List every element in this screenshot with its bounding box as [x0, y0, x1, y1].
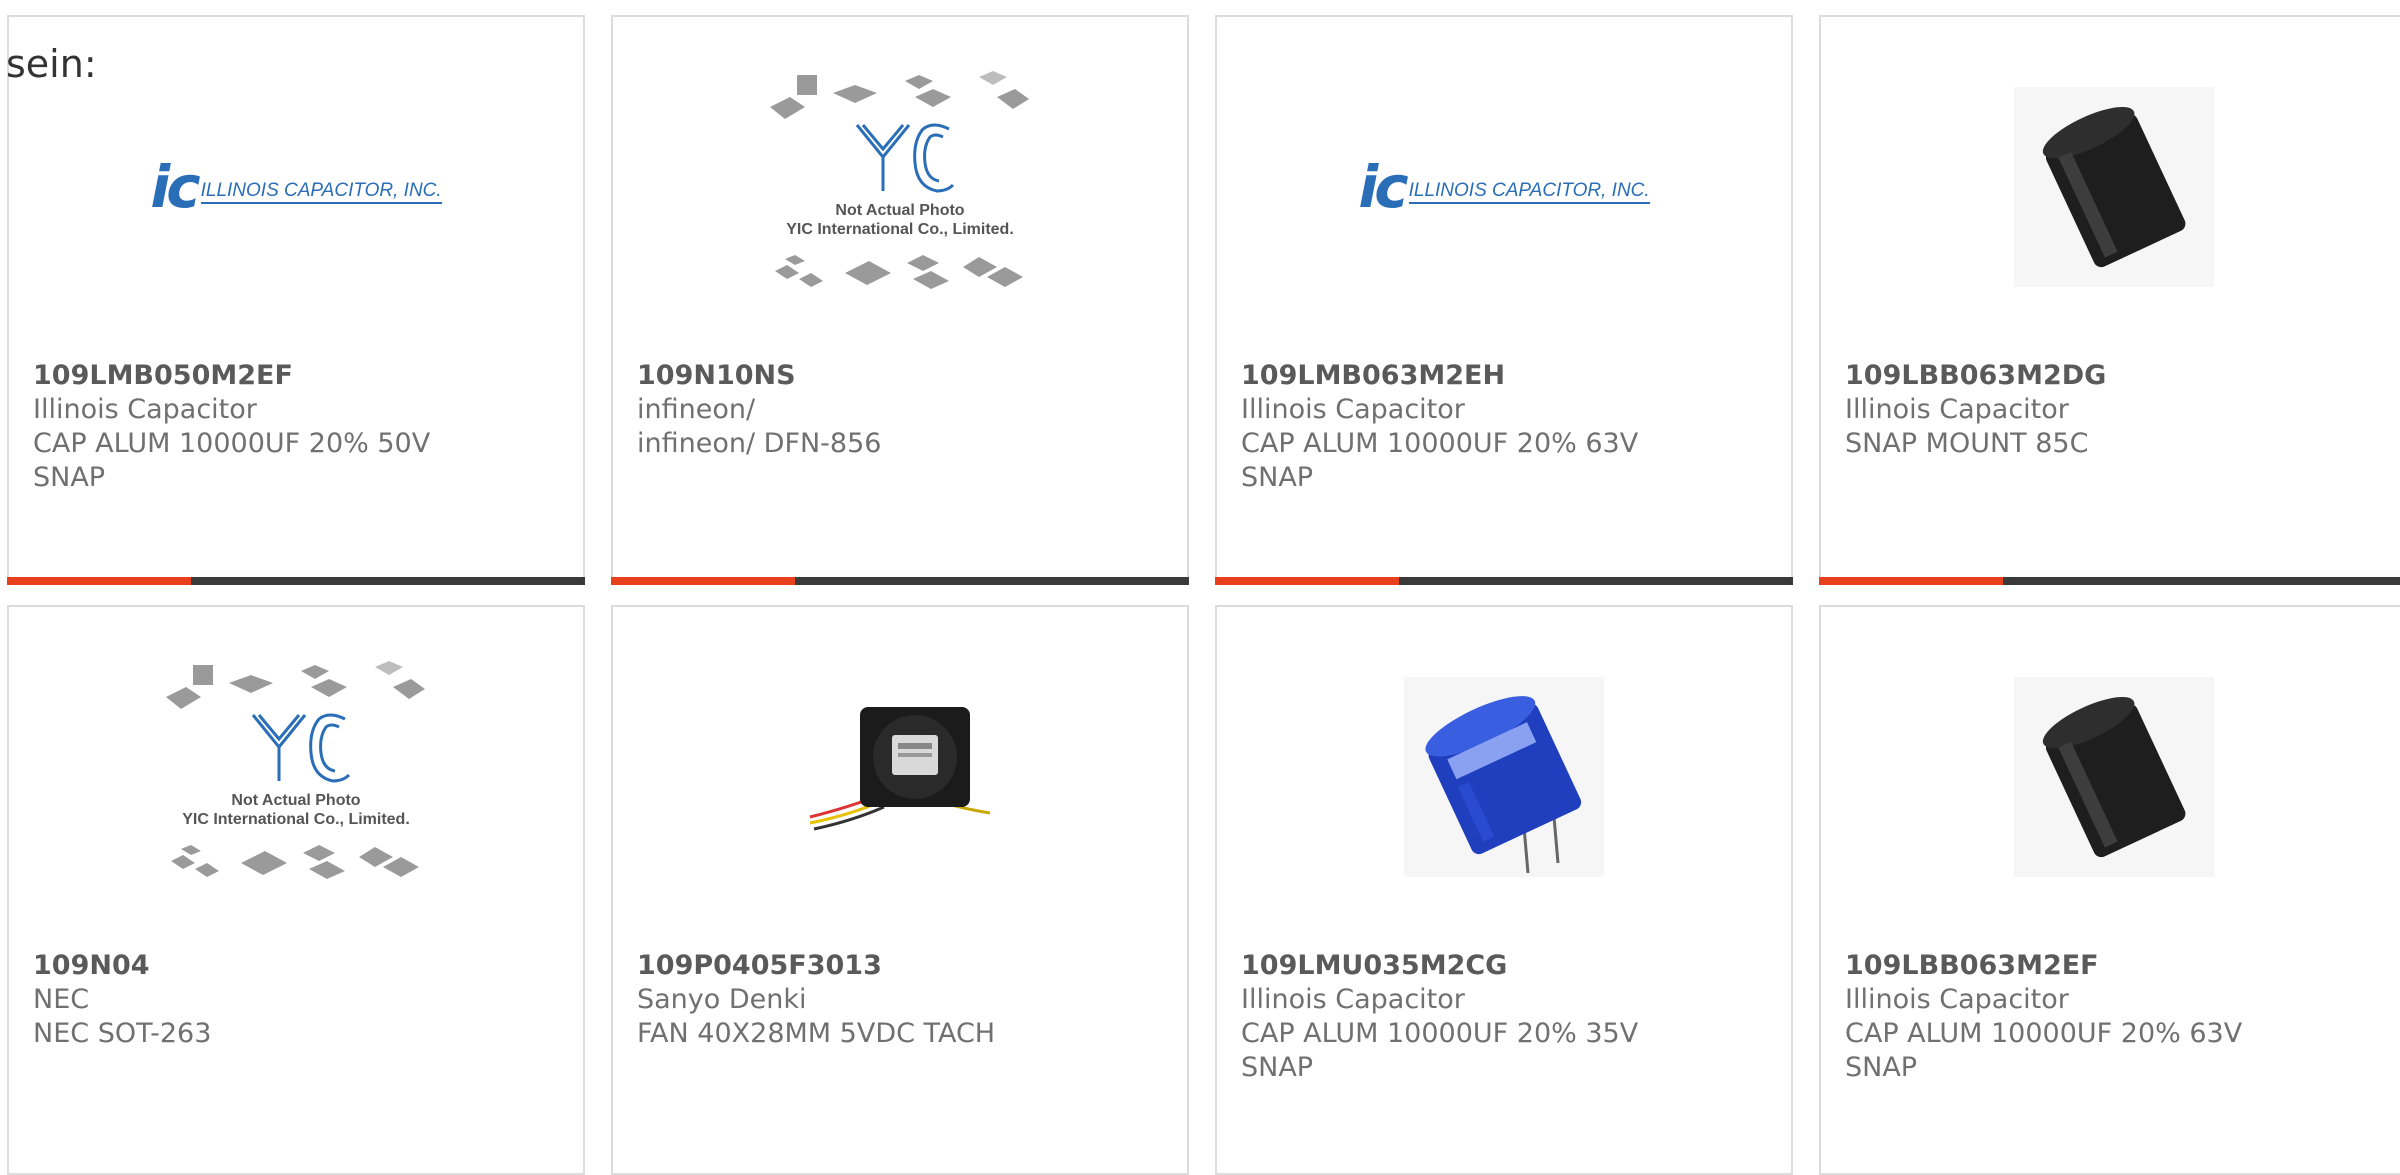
part-number-link[interactable]: 109P0405F3013 — [637, 949, 1167, 983]
description: FAN 40X28MM 5VDC TACH — [637, 1018, 996, 1049]
manufacturer: NEC — [33, 984, 90, 1015]
description: NEC SOT-263 — [33, 1018, 212, 1049]
card-bottom-bar — [611, 577, 1189, 585]
manufacturer: Illinois Capacitor — [1241, 984, 1465, 1015]
product-card[interactable]: 109LBB063M2DG Illinois Capacitor SNAP MO… — [1819, 15, 2400, 585]
chip-icons-bottom — [775, 255, 1023, 289]
illinois-capacitor-logo: ic ILLINOIS CAPACITOR, INC. — [150, 153, 442, 221]
accent-bar — [7, 577, 191, 585]
part-number-link[interactable]: 109LBB063M2DG — [1845, 359, 2387, 393]
chip-icons-bottom — [171, 845, 419, 879]
part-number-link[interactable]: 109LBB063M2EF — [1845, 949, 2387, 983]
accent-bar — [611, 577, 795, 585]
black-capacitor-photo — [2014, 87, 2214, 287]
yic-logo — [855, 123, 955, 193]
product-image[interactable] — [1821, 657, 2400, 897]
description: CAP ALUM 10000UF 20% 50V SNAP — [33, 428, 431, 493]
card-bottom-bar — [7, 577, 585, 585]
product-card[interactable]: Not Actual Photo YIC International Co., … — [7, 605, 585, 1175]
manufacturer: Sanyo Denki — [637, 984, 807, 1015]
product-card[interactable]: 109P0405F3013 Sanyo Denki FAN 40X28MM 5V… — [611, 605, 1189, 1175]
svg-text:Not Actual Photo: Not Actual Photo — [835, 202, 964, 219]
manufacturer: Illinois Capacitor — [1241, 394, 1465, 425]
svg-text:YIC International Co., Limited: YIC International Co., Limited. — [182, 811, 410, 828]
description: SNAP MOUNT 85C — [1845, 428, 2089, 459]
manufacturer: Illinois Capacitor — [1845, 394, 2069, 425]
part-number-link[interactable]: 109LMB050M2EF — [33, 359, 563, 393]
black-capacitor-photo — [2014, 677, 2214, 877]
manufacturer: Illinois Capacitor — [33, 394, 257, 425]
chip-icons-top — [770, 71, 1029, 119]
description: CAP ALUM 10000UF 20% 63V SNAP — [1241, 428, 1639, 493]
manufacturer: infineon/ — [637, 394, 756, 425]
description: infineon/ DFN-856 — [637, 428, 882, 459]
manufacturer: Illinois Capacitor — [1845, 984, 2069, 1015]
yic-placeholder-image: Not Actual Photo YIC International Co., … — [166, 661, 425, 879]
part-number-link[interactable]: 109N04 — [33, 949, 563, 983]
product-card[interactable]: ic ILLINOIS CAPACITOR, INC. 109LMB063M2E… — [1215, 15, 1793, 585]
yic-placeholder-image: Not Actual Photo YIC International Co., … — [770, 71, 1029, 289]
product-card[interactable]: Not Actual Photo YIC International Co., … — [611, 15, 1189, 585]
part-number-link[interactable]: 109N10NS — [637, 359, 1167, 393]
product-image[interactable] — [613, 657, 1187, 897]
blue-capacitor-photo — [1404, 677, 1604, 877]
product-image[interactable]: Not Actual Photo YIC International Co., … — [613, 67, 1187, 307]
accent-bar — [1215, 577, 1399, 585]
yic-logo — [251, 713, 351, 783]
product-image[interactable]: ic ILLINOIS CAPACITOR, INC. — [1217, 67, 1791, 307]
svg-text:YIC International Co., Limited: YIC International Co., Limited. — [786, 221, 1014, 238]
product-card[interactable]: 109LMU035M2CG Illinois Capacitor CAP ALU… — [1215, 605, 1793, 1175]
product-image[interactable]: ic ILLINOIS CAPACITOR, INC. — [9, 67, 583, 307]
product-card[interactable]: 109LBB063M2EF Illinois Capacitor CAP ALU… — [1819, 605, 2400, 1175]
product-image[interactable] — [1821, 67, 2400, 307]
part-number-link[interactable]: 109LMB063M2EH — [1241, 359, 1771, 393]
fan-photo — [809, 707, 991, 831]
accent-bar — [1819, 577, 2003, 585]
card-bottom-bar — [1215, 577, 1793, 585]
description: CAP ALUM 10000UF 20% 63V SNAP — [1845, 1018, 2243, 1083]
product-image[interactable]: Not Actual Photo YIC International Co., … — [9, 657, 583, 897]
illinois-capacitor-logo: ic ILLINOIS CAPACITOR, INC. — [1358, 153, 1650, 221]
svg-text:Not Actual Photo: Not Actual Photo — [231, 792, 360, 809]
part-number-link[interactable]: 109LMU035M2CG — [1241, 949, 1771, 983]
page-label: sein: — [6, 42, 97, 86]
chip-icons-top — [166, 661, 425, 709]
product-image[interactable] — [1217, 657, 1791, 897]
product-card[interactable]: ic ILLINOIS CAPACITOR, INC. 109LMB050M2E… — [7, 15, 585, 585]
card-bottom-bar — [1819, 577, 2400, 585]
description: CAP ALUM 10000UF 20% 35V SNAP — [1241, 1018, 1639, 1083]
